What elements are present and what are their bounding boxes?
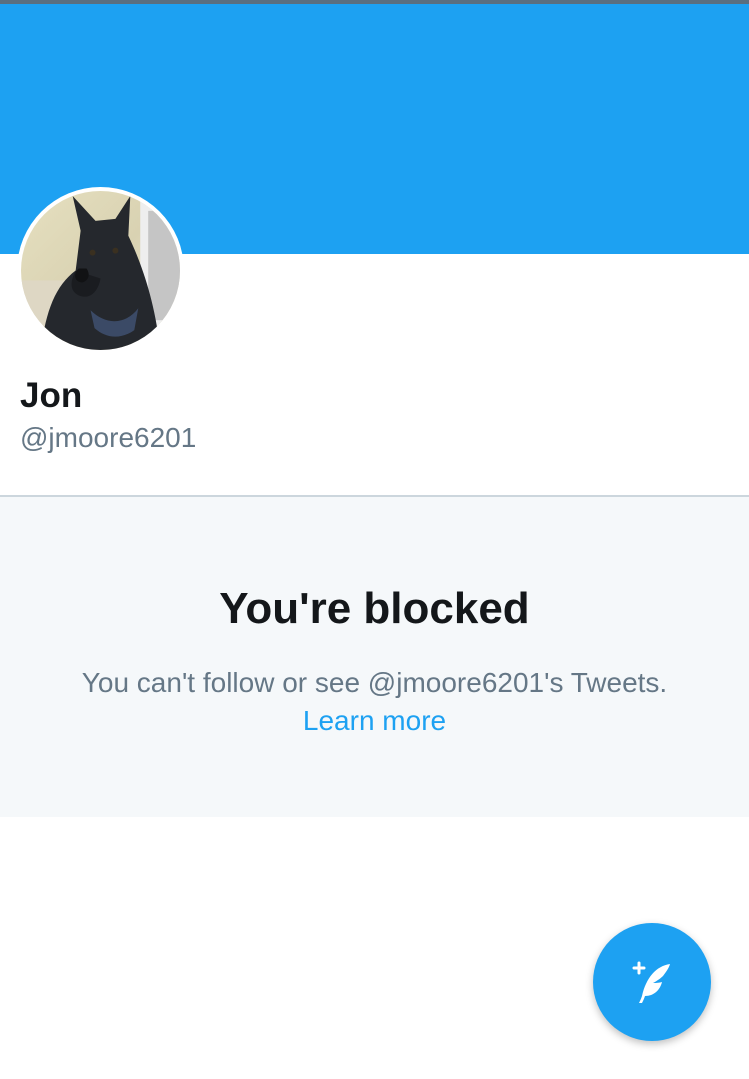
learn-more-link[interactable]: Learn more xyxy=(20,702,729,740)
compose-tweet-button[interactable] xyxy=(593,923,711,1041)
blocked-message: You can't follow or see @jmoore6201's Tw… xyxy=(81,667,668,698)
compose-tweet-icon xyxy=(632,961,670,1003)
blocked-panel xyxy=(0,497,749,817)
profile-name: Jon xyxy=(20,376,83,415)
profile-handle: @jmoore6201 xyxy=(20,422,197,453)
blocked-message-block: You can't follow or see @jmoore6201's Tw… xyxy=(20,664,729,740)
avatar[interactable] xyxy=(17,187,184,354)
dog-avatar-image xyxy=(21,191,180,350)
blocked-title: You're blocked xyxy=(219,584,530,633)
